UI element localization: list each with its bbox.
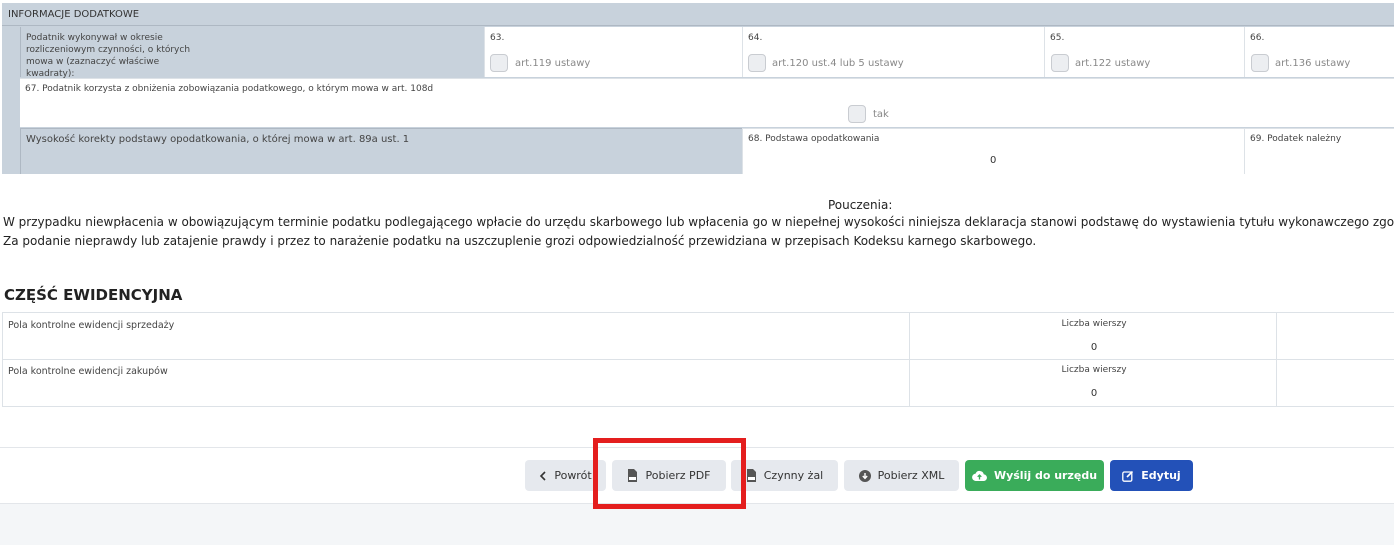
field-64-cell: 64. art.120 ust.4 lub 5 ustawy xyxy=(742,27,1044,77)
row1-label-cell: Podatnik wykonywał w okresie rozliczenio… xyxy=(20,27,484,79)
ewidencja-title: CZĘŚĆ EWIDENCYJNA xyxy=(4,286,183,304)
field-65-cell: 65. art.122 ustawy xyxy=(1044,27,1244,77)
ewidencja-sprzedaz-count-cell: Liczba wierszy 0 xyxy=(909,313,1277,359)
field-66-checkbox-label: art.136 ustawy xyxy=(1275,58,1351,69)
field-65-checkbox-label: art.122 ustawy xyxy=(1075,58,1151,69)
ewidencja-zakupy-count-label: Liczba wierszy xyxy=(1061,365,1127,375)
edit-button-label: Edytuj xyxy=(1141,469,1181,482)
field-68-label: 68. Podstawa opodatkowania xyxy=(748,134,880,144)
highlight-box xyxy=(593,438,746,509)
field-63-cell: 63. art.119 ustawy xyxy=(484,27,742,77)
active-grievance-button-label: Czynny żal xyxy=(763,469,824,482)
field-68-cell: 68. Podstawa opodatkowania 0 xyxy=(742,128,1244,174)
ewidencja-table: Pola kontrolne ewidencji sprzedaży Liczb… xyxy=(2,312,1394,407)
field-65-number: 65. xyxy=(1050,33,1065,43)
table-row: Pola kontrolne ewidencji sprzedaży Liczb… xyxy=(3,313,1394,360)
row3-label: Wysokość korekty podstawy opodatkowania,… xyxy=(26,134,410,145)
pouczenia-line-1: W przypadku niewpłacenia w obowiązującym… xyxy=(3,215,1394,229)
back-button-label: Powrót xyxy=(554,469,592,482)
ewidencja-sprzedaz-label: Pola kontrolne ewidencji sprzedaży xyxy=(8,320,175,331)
row1-label: Podatnik wykonywał w okresie rozliczenio… xyxy=(26,33,191,79)
ewidencja-sprzedaz-count-label: Liczba wierszy xyxy=(1061,319,1127,329)
info-header-title: INFORMACJE DODATKOWE xyxy=(8,9,140,20)
ewidencja-zakupy-label: Pola kontrolne ewidencji zakupów xyxy=(8,366,168,377)
field-64-checkbox[interactable] xyxy=(748,54,766,72)
field-63-checkbox-label: art.119 ustawy xyxy=(515,58,591,69)
row3-label-cell: Wysokość korekty podstawy opodatkowania,… xyxy=(20,128,742,174)
edit-button[interactable]: Edytuj xyxy=(1110,460,1193,491)
field-68-value[interactable]: 0 xyxy=(990,155,996,166)
pouczenia-line-2: Za podanie nieprawdy lub zatajenie prawd… xyxy=(3,234,1037,248)
field-63-checkbox[interactable] xyxy=(490,54,508,72)
download-xml-button-label: Pobierz XML xyxy=(877,469,945,482)
edit-pencil-icon xyxy=(1122,470,1134,482)
table-row: Pola kontrolne ewidencji zakupów Liczba … xyxy=(3,360,1394,407)
ewidencja-zakupy-count-cell: Liczba wierszy 0 xyxy=(909,360,1277,407)
download-circle-icon xyxy=(858,469,871,482)
field-66-checkbox[interactable] xyxy=(1251,54,1269,72)
active-grievance-button[interactable]: Czynny żal xyxy=(731,460,838,491)
field-67-label: 67. Podatnik korzysta z obniżenia zobowi… xyxy=(25,84,434,94)
field-67-cell: 67. Podatnik korzysta z obniżenia zobowi… xyxy=(20,78,1394,127)
send-to-office-button-label: Wyślij do urzędu xyxy=(993,469,1098,482)
field-67-checkbox[interactable] xyxy=(848,105,866,123)
ewidencja-sprzedaz-count: 0 xyxy=(1090,342,1098,353)
field-66-number: 66. xyxy=(1250,33,1265,43)
field-64-checkbox-label: art.120 ust.4 lub 5 ustawy xyxy=(772,58,904,69)
field-69-cell: 69. Podatek należny xyxy=(1244,128,1394,174)
field-67-checkbox-label: tak xyxy=(873,109,889,120)
field-63-number: 63. xyxy=(490,33,505,43)
info-header: INFORMACJE DODATKOWE xyxy=(2,3,1394,26)
page-bottom-area xyxy=(0,503,1394,545)
field-69-label: 69. Podatek należny xyxy=(1250,134,1342,144)
pdf-file-icon xyxy=(746,469,757,482)
ewidencja-zakupy-count: 0 xyxy=(1090,388,1098,399)
field-66-cell: 66. art.136 ustawy xyxy=(1244,27,1394,77)
cloud-upload-icon xyxy=(972,470,987,481)
field-65-checkbox[interactable] xyxy=(1051,54,1069,72)
send-to-office-button[interactable]: Wyślij do urzędu xyxy=(965,460,1104,491)
pouczenia-title: Pouczenia: xyxy=(828,198,893,212)
field-64-number: 64. xyxy=(748,33,763,43)
download-xml-button[interactable]: Pobierz XML xyxy=(844,460,959,491)
chevron-left-icon xyxy=(539,470,547,481)
